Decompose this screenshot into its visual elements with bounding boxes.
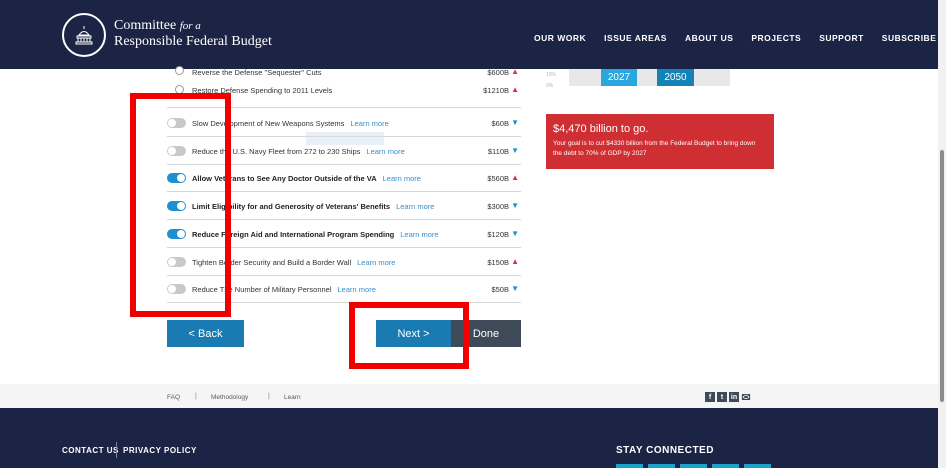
option-amount: $60B (491, 119, 509, 128)
option-amount: $560B (487, 174, 509, 183)
option-amount: $600B (487, 68, 509, 77)
site-footer: CONTACT US PRIVACY POLICY STAY CONNECTED (0, 408, 938, 468)
arrow-up-icon: ▲ (511, 85, 519, 94)
social-button[interactable] (616, 464, 643, 468)
option-amount: $50B (491, 285, 509, 294)
arrow-up-icon: ▲ (511, 173, 519, 182)
arrow-up-icon: ▲ (511, 257, 519, 266)
brand-line2: Responsible Federal Budget (114, 34, 272, 49)
site-header: Committee for a Responsible Federal Budg… (0, 0, 938, 69)
goal-description: Your goal is to cut $4330 billion from t… (553, 140, 756, 157)
arrow-down-icon: ▼ (511, 284, 519, 293)
arrow-down-icon: ▼ (511, 146, 519, 155)
option-amount: $300B (487, 202, 509, 211)
stay-connected-heading: STAY CONNECTED (616, 445, 714, 456)
brand-line1: Committee (114, 18, 177, 33)
year-2027-bar: 2027 (601, 69, 637, 86)
option-label: Reverse the Defense "Sequester" Cuts (192, 68, 322, 77)
learn-more-link[interactable]: Learn more (366, 147, 404, 156)
separator: | (268, 393, 270, 400)
learn-link[interactable]: Learn (284, 394, 301, 401)
nav-about-us[interactable]: ABOUT US (685, 33, 733, 43)
linkedin-icon[interactable]: in (729, 392, 739, 402)
scrollbar-thumb[interactable] (940, 150, 944, 402)
chart-tick: 0% (546, 83, 554, 89)
learn-more-link[interactable]: Learn more (357, 258, 395, 267)
separator: | (195, 393, 197, 400)
divider (116, 442, 117, 458)
nav-our-work[interactable]: OUR WORK (534, 33, 586, 43)
main-nav: OUR WORK ISSUE AREAS ABOUT US PROJECTS S… (534, 33, 946, 43)
learn-more-link[interactable]: Learn more (338, 285, 376, 294)
learn-more-link[interactable]: Learn more (350, 119, 388, 128)
arrow-up-icon: ▲ (511, 67, 519, 76)
capitol-logo-icon[interactable] (62, 13, 106, 57)
radio-button[interactable] (175, 66, 184, 75)
social-button[interactable] (712, 464, 739, 468)
year-2050-bar: 2050 (657, 69, 694, 86)
privacy-policy-link[interactable]: PRIVACY POLICY (123, 446, 197, 455)
twitter-icon[interactable]: t (717, 392, 727, 402)
option-amount: $1210B (483, 86, 509, 95)
arrow-down-icon: ▼ (511, 118, 519, 127)
nav-subscribe[interactable]: SUBSCRIBE (882, 33, 937, 43)
methodology-link[interactable]: Methodology (211, 394, 248, 401)
back-button[interactable]: < Back (167, 320, 244, 347)
learn-more-link[interactable]: Learn more (383, 174, 421, 183)
goal-title: $4,470 billion to go. (553, 123, 649, 135)
social-button[interactable] (648, 464, 675, 468)
brand-name[interactable]: Committee for a Responsible Federal Budg… (114, 18, 272, 50)
highlight-box-next (349, 302, 469, 369)
brand-line1-italic: for a (179, 20, 201, 32)
learn-more-link[interactable]: Learn more (396, 202, 434, 211)
facebook-icon[interactable]: f (705, 392, 715, 402)
highlight-box-toggles (130, 93, 231, 317)
arrow-down-icon: ▼ (511, 201, 519, 210)
social-icons: f t in ✉ (705, 392, 751, 404)
learn-more-link[interactable]: Learn more (400, 230, 438, 239)
nav-support[interactable]: SUPPORT (819, 33, 864, 43)
footer-links-bar: FAQ | Methodology | Learn f t in ✉ (0, 384, 938, 408)
mail-icon[interactable]: ✉ (741, 392, 751, 404)
option-amount: $150B (487, 258, 509, 267)
nav-projects[interactable]: PROJECTS (751, 33, 801, 43)
chart-tick: 10% (546, 72, 557, 78)
option-amount: $110B (487, 147, 509, 156)
social-button[interactable] (744, 464, 771, 468)
option-amount: $120B (487, 230, 509, 239)
social-button[interactable] (680, 464, 707, 468)
page-scrollbar[interactable] (938, 0, 946, 468)
contact-us-link[interactable]: CONTACT US (62, 446, 119, 455)
goal-panel: $4,470 billion to go. Your goal is to cu… (546, 114, 774, 169)
debt-chart-track (569, 69, 730, 86)
faq-link[interactable]: FAQ (167, 394, 180, 401)
arrow-down-icon: ▼ (511, 229, 519, 238)
nav-issue-areas[interactable]: ISSUE AREAS (604, 33, 667, 43)
